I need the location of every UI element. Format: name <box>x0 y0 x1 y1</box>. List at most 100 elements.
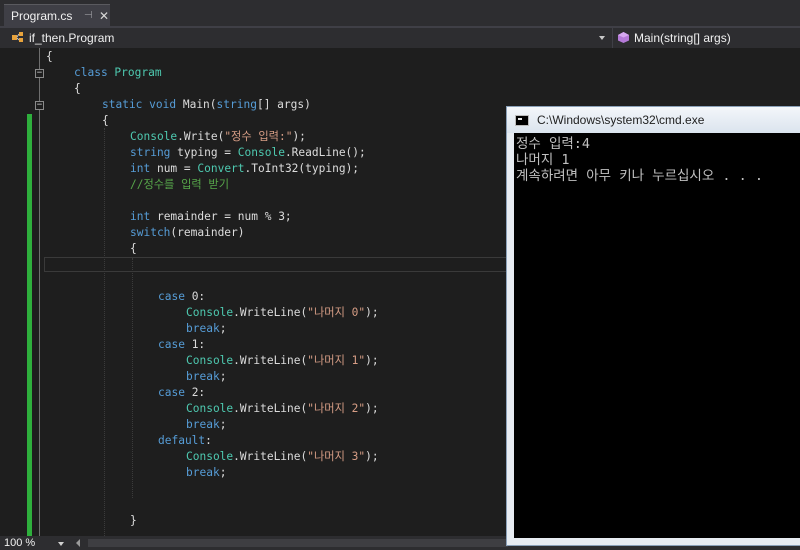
code-token: Console <box>186 306 234 319</box>
code-token: .WriteLine( <box>233 450 308 463</box>
code-line: Console.Write("정수 입력:"); <box>130 129 306 145</box>
code-token: { <box>102 114 109 127</box>
code-token: .ReadLine(); <box>284 146 366 159</box>
code-token: .WriteLine( <box>233 402 308 415</box>
code-token: Console <box>186 402 234 415</box>
code-token: { <box>130 242 137 255</box>
code-line: { <box>46 49 53 65</box>
code-token: ); <box>365 354 379 367</box>
code-line: { <box>130 241 137 257</box>
selection-margin <box>0 48 26 536</box>
code-token: { <box>74 82 81 95</box>
code-line: default: <box>158 433 212 449</box>
code-token: case <box>158 290 192 303</box>
console-title: C:\Windows\system32\cmd.exe <box>537 113 705 127</box>
code-token: "나머지 0" <box>307 306 366 319</box>
console-line: 정수 입력:4 <box>516 136 591 152</box>
current-line-highlight <box>44 257 514 272</box>
code-token: Main( <box>182 98 217 111</box>
member-dropdown[interactable]: Main(string[] args) <box>612 28 800 48</box>
console-window[interactable]: C:\Windows\system32\cmd.exe 정수 입력:4 나머지 … <box>506 106 800 546</box>
tab-label: Program.cs <box>11 9 73 23</box>
collapse-method-icon[interactable]: − <box>35 101 44 110</box>
code-token: Console <box>186 354 234 367</box>
zoom-level[interactable]: 100 % <box>4 536 35 550</box>
scrollbar-thumb[interactable] <box>88 539 508 547</box>
method-icon <box>618 32 629 43</box>
code-line: break; <box>186 369 226 385</box>
code-token: static <box>102 98 150 111</box>
tab-program-cs[interactable]: Program.cs ⊣ ✕ <box>4 4 110 28</box>
class-path: if_then.Program <box>29 31 115 45</box>
navigation-bar: if_then.Program Main(string[] args) <box>0 28 800 49</box>
code-line: //정수를 입력 받기 <box>130 177 229 193</box>
console-output[interactable]: 정수 입력:4 나머지 1 계속하려면 아무 키나 누르십시오 . . . <box>514 133 800 538</box>
code-token: case <box>158 386 192 399</box>
console-title-bar[interactable]: C:\Windows\system32\cmd.exe <box>507 107 800 133</box>
code-line: Console.WriteLine("나머지 2"); <box>186 401 379 417</box>
code-token: ); <box>365 450 379 463</box>
code-token: break <box>186 322 220 335</box>
code-token: [] args) <box>256 98 311 111</box>
code-token: void <box>149 98 183 111</box>
code-token: ); <box>365 402 379 415</box>
console-line: 나머지 1 <box>516 152 570 168</box>
code-line: static void Main(string[] args) <box>102 97 311 113</box>
code-token: ); <box>292 130 306 143</box>
code-token: .WriteLine( <box>233 306 308 319</box>
zoom-dropdown-icon[interactable] <box>58 542 64 546</box>
code-token: : <box>205 434 212 447</box>
code-line: { <box>74 81 81 97</box>
code-line: int remainder = num % 3; <box>130 209 292 225</box>
chevron-down-icon[interactable] <box>599 36 605 40</box>
type-dropdown[interactable]: if_then.Program <box>0 28 612 48</box>
outline-line <box>39 48 40 536</box>
code-token: break <box>186 370 220 383</box>
code-line: case 0: <box>158 289 205 305</box>
collapse-class-icon[interactable]: − <box>35 69 44 78</box>
code-token: default <box>158 434 206 447</box>
code-line: break; <box>186 417 226 433</box>
code-token: .Write( <box>177 130 225 143</box>
code-token: int <box>130 210 157 223</box>
code-token: num = <box>156 162 198 175</box>
code-token: "나머지 2" <box>307 402 366 415</box>
code-token: string <box>130 146 178 159</box>
code-token: //정수를 입력 받기 <box>130 178 229 191</box>
code-token: int <box>130 162 157 175</box>
code-token: { <box>46 50 53 63</box>
code-token: break <box>186 466 220 479</box>
code-token: 0: <box>191 290 206 303</box>
code-line: { <box>102 113 109 129</box>
code-token: Console <box>237 146 285 159</box>
code-line: break; <box>186 321 226 337</box>
code-line: class Program <box>74 65 162 81</box>
indent-guide <box>104 128 105 536</box>
code-line: case 2: <box>158 385 205 401</box>
code-line: Console.WriteLine("나머지 0"); <box>186 305 379 321</box>
code-line: case 1: <box>158 337 205 353</box>
scroll-left-icon[interactable] <box>76 539 80 547</box>
code-line: } <box>130 513 137 529</box>
code-token: 1: <box>191 338 206 351</box>
code-token: Console <box>186 450 234 463</box>
code-token: (remainder) <box>170 226 245 239</box>
code-token: Program <box>114 66 162 79</box>
change-tracking-bar <box>27 114 32 536</box>
code-token: Convert <box>197 162 245 175</box>
method-name: Main(string[] args) <box>634 31 731 45</box>
close-icon[interactable]: ✕ <box>99 5 109 27</box>
cmd-icon <box>515 115 529 126</box>
pin-icon[interactable]: ⊣ <box>84 5 93 27</box>
code-token: string <box>216 98 257 111</box>
code-token: Console <box>130 130 178 143</box>
indent-guide <box>132 258 133 498</box>
code-line: int num = Convert.ToInt32(typing); <box>130 161 359 177</box>
code-token: ; <box>219 418 227 431</box>
code-token: "나머지 1" <box>307 354 366 367</box>
code-token: switch <box>130 226 171 239</box>
code-token: ; <box>219 466 227 479</box>
code-token: } <box>130 514 137 527</box>
code-token: ; <box>219 322 227 335</box>
code-token: remainder = num % 3; <box>156 210 292 223</box>
